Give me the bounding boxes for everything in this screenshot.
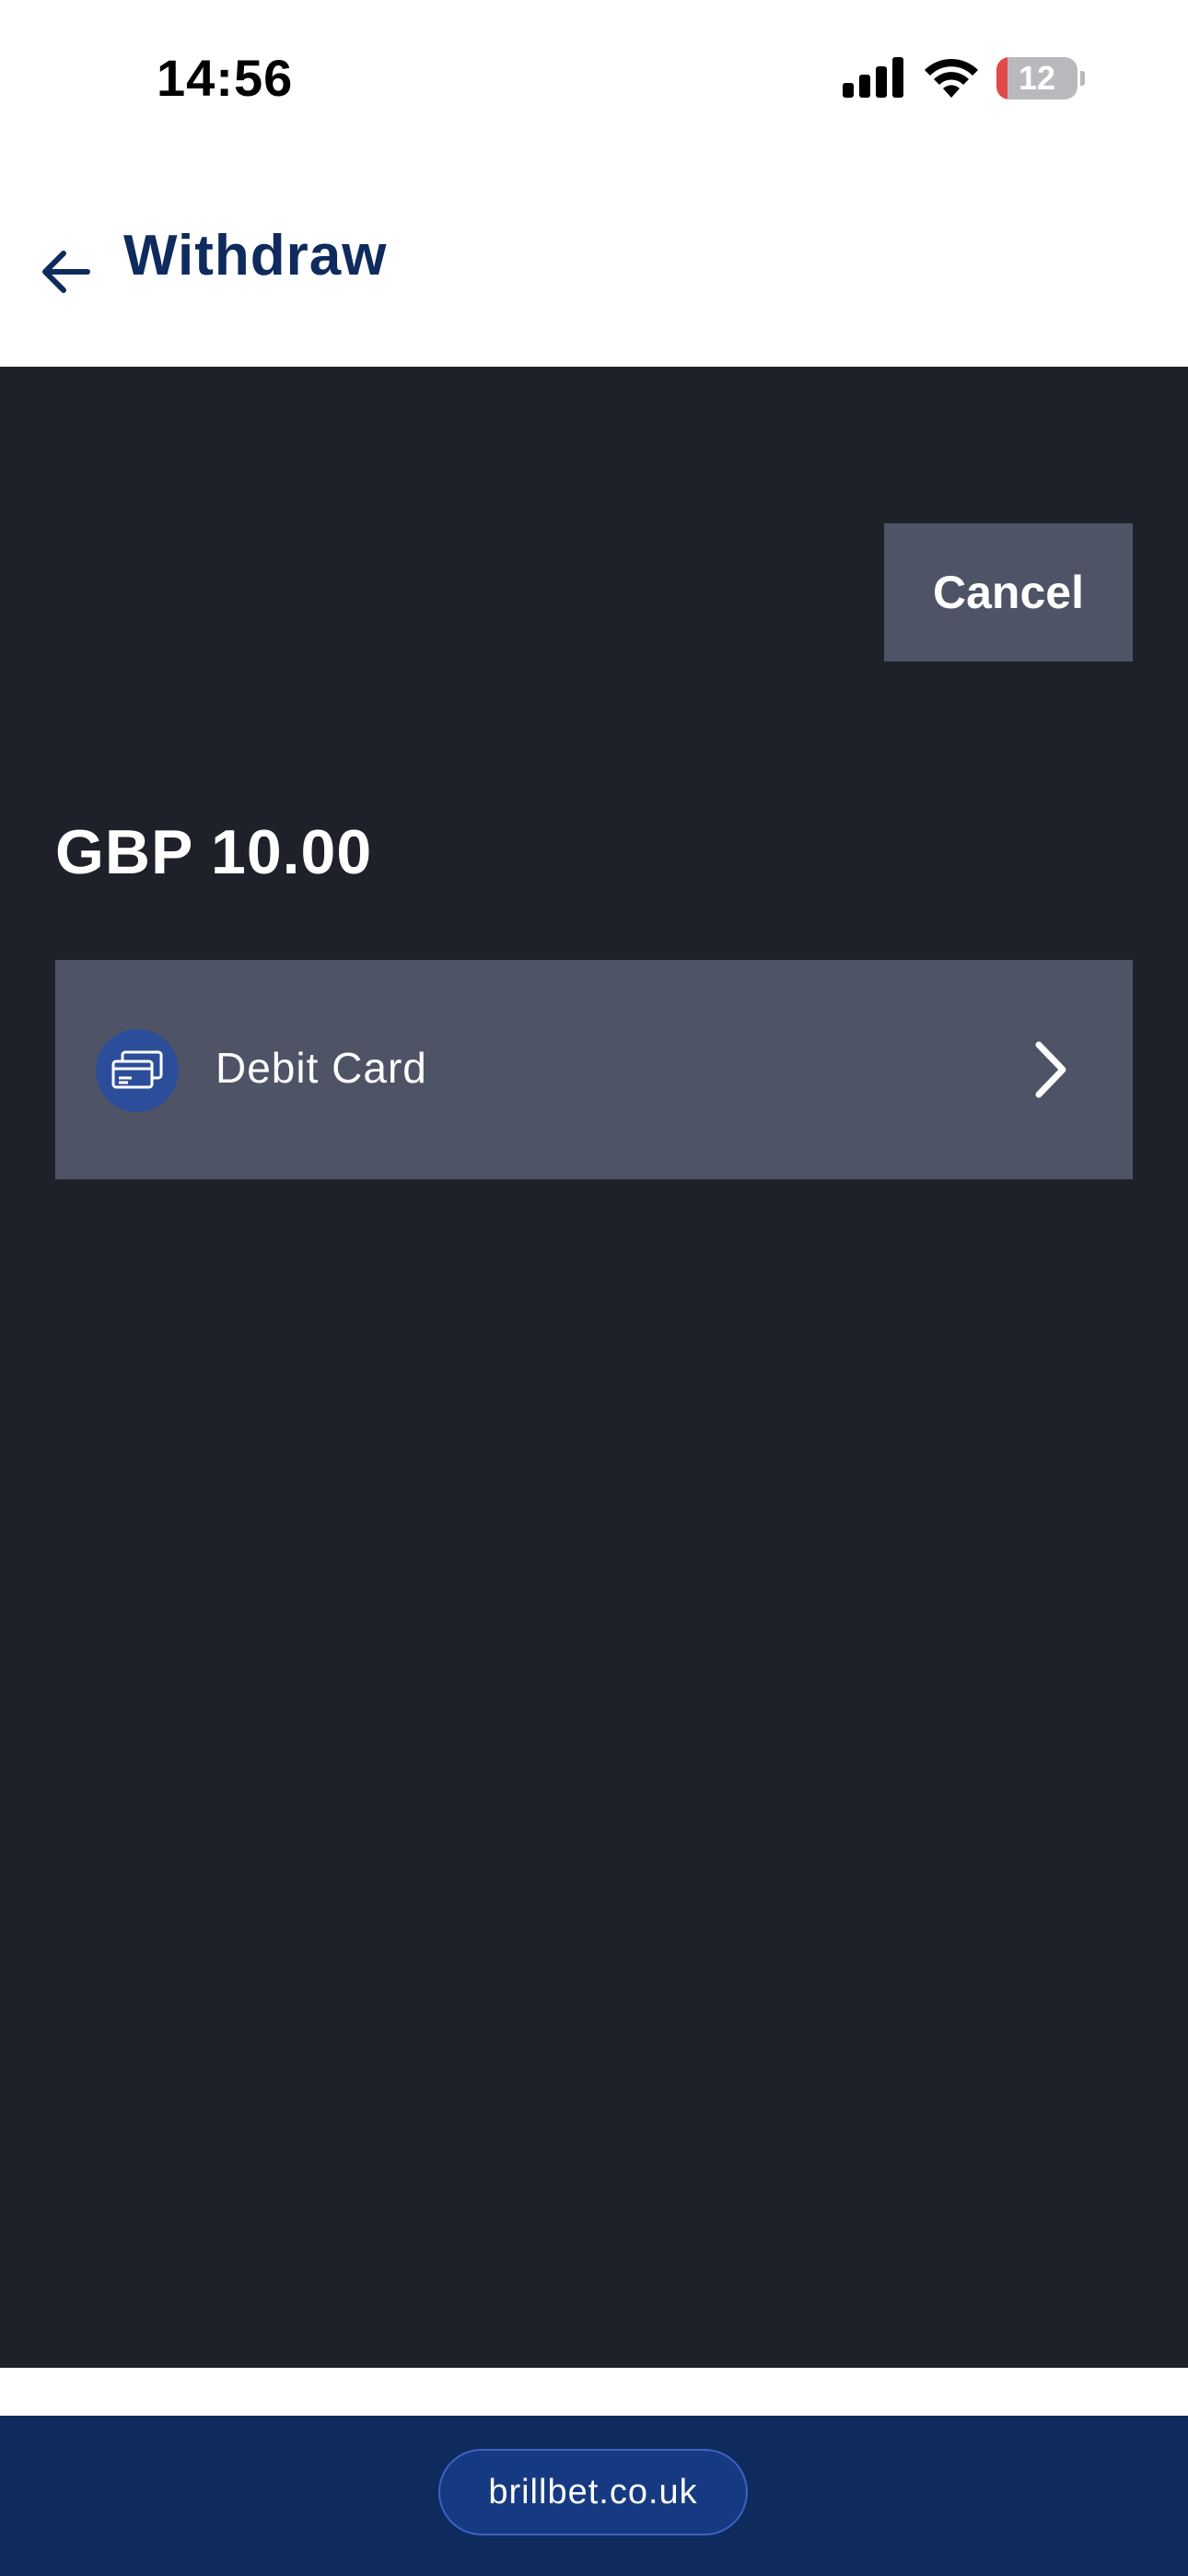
payment-method-debit-card[interactable]: Debit Card bbox=[55, 960, 1133, 1179]
battery-icon: 12 bbox=[996, 57, 1085, 100]
arrow-left-icon bbox=[42, 251, 90, 293]
cancel-button[interactable]: Cancel bbox=[884, 523, 1133, 662]
battery-percentage: 12 bbox=[1018, 59, 1056, 97]
back-button[interactable] bbox=[28, 234, 103, 310]
credit-card-icon bbox=[96, 1029, 179, 1112]
credit-card-glyph bbox=[111, 1050, 163, 1089]
wifi-icon bbox=[925, 58, 978, 98]
withdraw-amount: GBP 10.00 bbox=[55, 817, 373, 887]
browser-footer: brillbet.co.uk bbox=[0, 2416, 1188, 2576]
url-pill[interactable]: brillbet.co.uk bbox=[438, 2449, 748, 2535]
payment-method-label: Debit Card bbox=[215, 1044, 427, 1092]
status-time: 14:56 bbox=[157, 49, 294, 107]
withdraw-screen: 14:56 12 Withdraw Cancel GBP 10.00 Debit… bbox=[0, 0, 1188, 2576]
chevron-right-icon bbox=[1035, 1041, 1066, 1098]
battery-body: 12 bbox=[996, 57, 1077, 100]
page-title: Withdraw bbox=[123, 224, 388, 287]
battery-cap bbox=[1080, 71, 1085, 86]
withdraw-content: Cancel GBP 10.00 Debit Card bbox=[0, 367, 1188, 2368]
app-header: Withdraw bbox=[0, 157, 1188, 367]
cellular-signal-icon bbox=[843, 57, 903, 98]
status-bar: 14:56 12 bbox=[0, 0, 1188, 157]
content-divider-strip bbox=[0, 2368, 1188, 2416]
